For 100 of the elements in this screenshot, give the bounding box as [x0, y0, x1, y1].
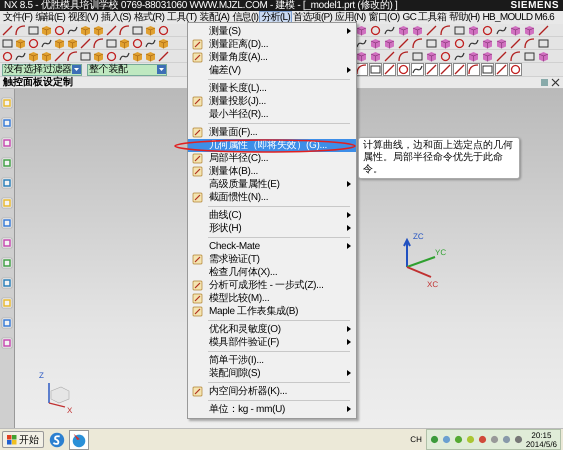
menu-item[interactable]: 内空间分析器(K)... — [188, 385, 356, 398]
curve-icon[interactable] — [67, 24, 78, 36]
panel-icon[interactable] — [1, 277, 13, 289]
circle-icon[interactable] — [370, 24, 381, 36]
curve-icon[interactable] — [412, 64, 423, 75]
arc-icon[interactable] — [398, 50, 409, 62]
cube-icon[interactable] — [370, 50, 381, 62]
cube-icon[interactable] — [468, 50, 479, 62]
cube-icon[interactable] — [496, 38, 507, 48]
panel-icon[interactable] — [1, 157, 13, 169]
menu-item[interactable]: 优化和灵敏度(O) — [188, 323, 356, 336]
panel-icon[interactable] — [1, 217, 13, 229]
arc-icon[interactable] — [524, 38, 535, 48]
arc-icon[interactable] — [468, 64, 479, 75]
circle-icon[interactable] — [510, 64, 521, 75]
line-icon[interactable] — [426, 24, 437, 36]
line-icon[interactable] — [2, 24, 13, 36]
assembly-scope-dropdown[interactable]: 整个装配 — [87, 64, 167, 76]
line-icon[interactable] — [440, 64, 451, 75]
arc-icon[interactable] — [93, 38, 104, 48]
cube-icon[interactable] — [482, 50, 493, 62]
curve-icon[interactable] — [468, 38, 479, 48]
menu-item[interactable]: 窗口(O) — [368, 12, 400, 24]
menu-item[interactable]: 插入(S) — [100, 12, 132, 24]
arc-icon[interactable] — [440, 24, 451, 36]
menu-item[interactable]: 测量角度(A)... — [188, 51, 356, 64]
circle-icon[interactable] — [2, 50, 13, 62]
menu-item[interactable]: 装配(A) — [198, 12, 230, 24]
cube-icon[interactable] — [412, 24, 423, 36]
panel-icon[interactable] — [1, 177, 13, 189]
curve-icon[interactable] — [454, 50, 465, 62]
circle-icon[interactable] — [482, 24, 493, 36]
menu-item[interactable]: 截面惯性(N)... — [188, 191, 356, 204]
menu-item[interactable]: GC 工具箱 — [402, 12, 448, 24]
circle-icon[interactable] — [28, 38, 39, 48]
circle-icon[interactable] — [54, 24, 65, 36]
cube-icon[interactable] — [384, 38, 395, 48]
menu-item[interactable]: 格式(R) — [132, 12, 166, 24]
menu-item[interactable]: 简单干涉(I)... — [188, 354, 356, 367]
cube-icon[interactable] — [510, 24, 521, 36]
menu-item[interactable]: 装配间隙(S) — [188, 367, 356, 380]
menu-item[interactable]: 需求验证(T) — [188, 253, 356, 266]
app-circle-icon[interactable] — [48, 430, 66, 448]
menu-item[interactable]: 测量面(F)... — [188, 126, 356, 139]
line-icon[interactable] — [496, 64, 507, 75]
circle-icon[interactable] — [454, 38, 465, 48]
line-icon[interactable] — [80, 38, 91, 48]
circle-icon[interactable] — [398, 64, 409, 75]
line-icon[interactable] — [384, 64, 395, 75]
menu-item[interactable]: 最小半径(R)... — [188, 108, 356, 121]
menu-item[interactable]: 偏差(V) — [188, 64, 356, 77]
menu-item[interactable]: 分析(L) — [260, 12, 292, 24]
panel-icon[interactable] — [1, 117, 13, 129]
close-icon[interactable] — [551, 78, 560, 87]
line-icon[interactable] — [510, 38, 521, 48]
panel-icon[interactable] — [1, 237, 13, 249]
menu-item[interactable]: 应用(N) — [334, 12, 367, 24]
menu-item[interactable]: 编辑(E) — [34, 12, 66, 24]
rectangle-icon[interactable] — [426, 38, 437, 48]
menu-item[interactable]: 测量距离(D)... — [188, 38, 356, 51]
arc-icon[interactable] — [356, 64, 367, 75]
menu-item[interactable]: 检查几何体(X)... — [188, 266, 356, 279]
curve-icon[interactable] — [145, 38, 156, 48]
rectangle-icon[interactable] — [2, 38, 13, 48]
menu-item[interactable]: 工具(T) — [166, 12, 198, 24]
menu-item[interactable]: 测量(S) — [188, 25, 356, 38]
menu-item[interactable]: 首选项(P) — [292, 12, 334, 24]
curve-icon[interactable] — [41, 38, 52, 48]
circle-icon[interactable] — [106, 50, 117, 62]
cube-icon[interactable] — [524, 24, 535, 36]
rectangle-icon[interactable] — [482, 64, 493, 75]
menu-item[interactable]: Check-Mate — [188, 240, 356, 253]
cube-icon[interactable] — [538, 50, 549, 62]
rectangle-icon[interactable] — [132, 24, 143, 36]
circle-icon[interactable] — [132, 38, 143, 48]
cube-icon[interactable] — [398, 24, 409, 36]
curve-icon[interactable] — [496, 24, 507, 36]
rectangle-icon[interactable] — [80, 50, 91, 62]
input-language-indicator[interactable]: CH — [410, 435, 422, 444]
panel-icon[interactable] — [1, 137, 13, 149]
menu-item[interactable]: HB_MOULD M6.6 — [481, 12, 555, 24]
line-icon[interactable] — [158, 50, 169, 62]
line-icon[interactable] — [454, 64, 465, 75]
cube-icon[interactable] — [370, 38, 381, 48]
line-icon[interactable] — [538, 24, 549, 36]
panel-icon[interactable] — [1, 317, 13, 329]
menu-item[interactable]: 模型比较(M)... — [188, 292, 356, 305]
menu-item[interactable]: 测量体(B)... — [188, 165, 356, 178]
line-icon[interactable] — [106, 24, 117, 36]
arc-icon[interactable] — [119, 24, 130, 36]
arc-icon[interactable] — [510, 50, 521, 62]
menu-item[interactable]: 曲线(C) — [188, 209, 356, 222]
rectangle-icon[interactable] — [106, 38, 117, 48]
menu-item[interactable]: 测量投影(J)... — [188, 95, 356, 108]
curve-icon[interactable] — [15, 50, 26, 62]
arc-icon[interactable] — [412, 38, 423, 48]
rectangle-icon[interactable] — [28, 24, 39, 36]
menu-item[interactable]: 局部半径(C)... — [188, 152, 356, 165]
menu-item[interactable]: 模具部件验证(F) — [188, 336, 356, 349]
line-icon[interactable] — [426, 64, 437, 75]
